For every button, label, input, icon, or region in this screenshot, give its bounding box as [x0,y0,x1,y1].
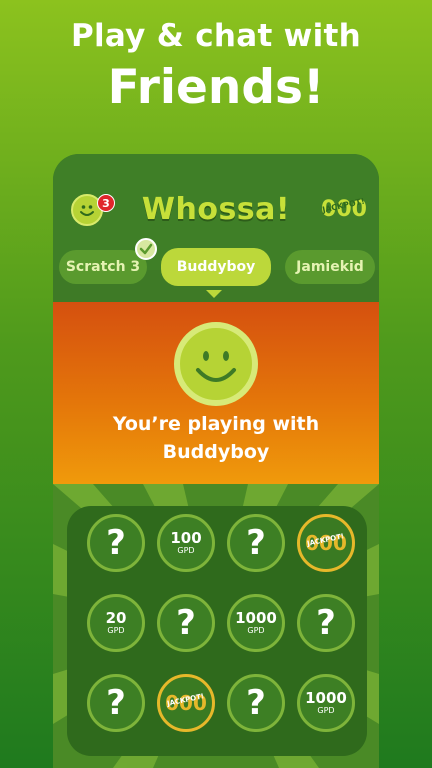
question-mark: ? [246,523,266,563]
banner-line-2: Buddyboy [162,441,270,463]
tab-buddyboy[interactable]: Buddyboy [161,248,271,286]
tab-jamiekid[interactable]: Jamiekid [285,250,375,284]
top-bar: 3 Whossa! 000 JACKPOT! Scratch 3 Buddybo… [53,154,379,298]
scratch-tile-prize[interactable]: 20 GPD [87,594,145,652]
scratch-tile-prize[interactable]: 1000 GPD [297,674,355,732]
question-mark: ? [246,683,266,723]
prize-unit: GPD [247,625,265,635]
scratch-tile-prize[interactable]: 1000 GPD [227,594,285,652]
scratch-tile-jackpot[interactable]: 000 JACKPOT! [157,674,215,732]
active-tab-pointer [206,290,222,298]
scratch-tile-jackpot[interactable]: 000 JACKPOT! [297,514,355,572]
prize-amount: 100 [170,528,202,547]
question-mark: ? [176,603,196,643]
question-mark: ? [316,603,336,643]
jackpot-icon[interactable]: 000 JACKPOT! [321,192,367,228]
scratch-tile-hidden[interactable]: ? [87,514,145,572]
playing-with-text: You’re playing with Buddyboy [53,410,379,466]
prize-amount: 1000 [305,688,347,707]
promo-line-1: Play & chat with [70,18,362,54]
jackpot-icon: 000JACKPOT! [305,531,347,555]
tab-label: Jamiekid [296,259,364,275]
buddy-avatar-smiley-icon [174,322,258,406]
checkmark-icon [135,238,157,260]
promo-header: Play & chat with Friends! [0,18,432,115]
scratch-tile-hidden[interactable]: ? [157,594,215,652]
prize-amount: 1000 [235,608,277,627]
jackpot-icon: 000JACKPOT! [165,691,207,715]
promo-line-2: Friends! [107,60,325,115]
banner-line-1: You’re playing with [112,413,320,435]
scratch-tile-hidden[interactable]: ? [227,674,285,732]
scratch-tile-hidden[interactable]: ? [297,594,355,652]
scratch-game-area: ? 100 GPD? 000 JACKPOT! 20 GPD? 1000 GPD?? 000 JAC… [53,484,379,768]
prize-unit: GPD [107,625,125,635]
scratch-tile-hidden[interactable]: ? [227,514,285,572]
player-tabs: Scratch 3 Buddyboy Jamiekid [53,238,379,290]
prize-amount: 20 [105,608,127,627]
question-mark: ? [106,523,126,563]
scratch-tile-hidden[interactable]: ? [87,674,145,732]
question-mark: ? [106,683,126,723]
tab-label: Scratch 3 [65,259,141,275]
playing-with-banner: You’re playing with Buddyboy [53,302,379,484]
prize-unit: GPD [177,545,195,555]
tab-scratch-3[interactable]: Scratch 3 [59,250,147,284]
tab-label: Buddyboy [176,259,256,275]
scratch-tile-prize[interactable]: 100 GPD [157,514,215,572]
phone-frame: 3 Whossa! 000 JACKPOT! Scratch 3 Buddybo… [53,154,379,768]
scratch-board: ? 100 GPD? 000 JACKPOT! 20 GPD? 1000 GPD?? 000 JAC… [67,506,367,756]
prize-unit: GPD [317,705,335,715]
